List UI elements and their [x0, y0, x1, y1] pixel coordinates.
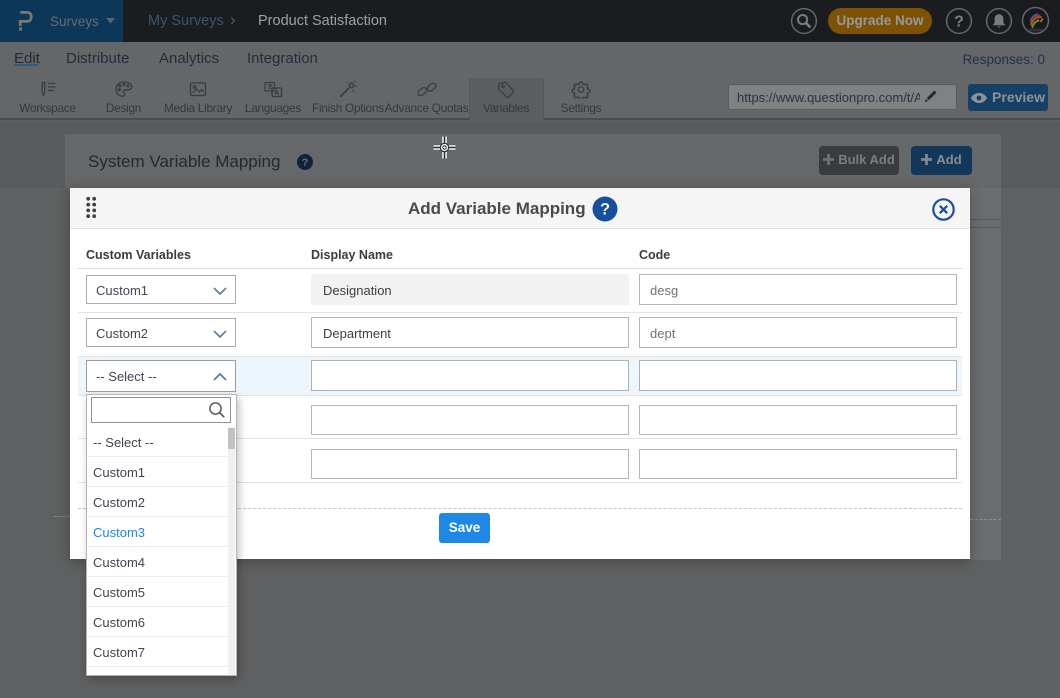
svg-text:?: ? [302, 157, 309, 169]
svg-text:?: ? [600, 201, 610, 219]
svg-text:?: ? [954, 14, 964, 31]
